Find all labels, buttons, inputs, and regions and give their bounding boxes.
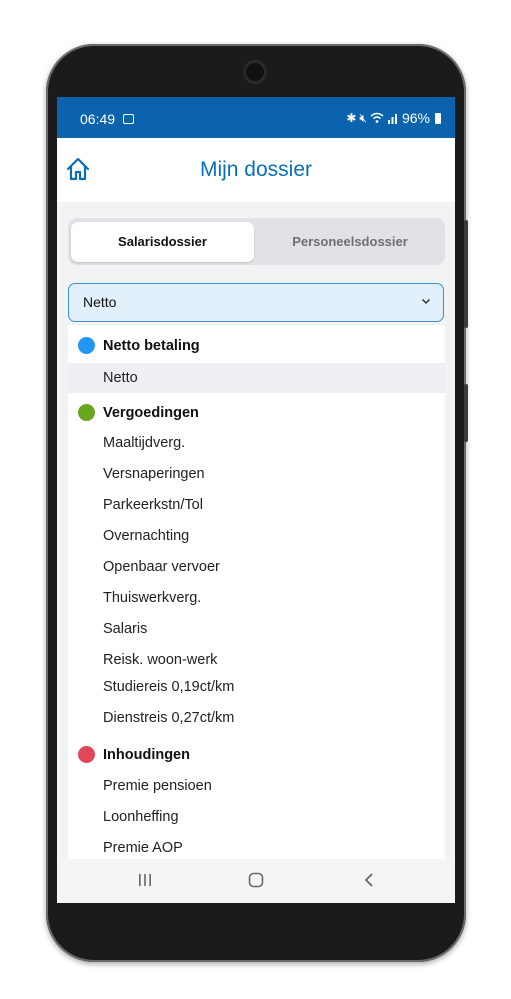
list-item-label: Reisk. woon-werk <box>103 652 218 668</box>
list-item[interactable]: Versnaperingen <box>68 466 445 488</box>
category-select[interactable]: Netto <box>68 283 444 322</box>
page-title: Mijn dossier <box>199 158 313 181</box>
group-header-inhoudingen: Inhoudingen <box>68 744 445 766</box>
battery-percent: 96% <box>401 110 430 126</box>
tab-switcher: Salarisdossier Personeelsdossier <box>68 218 445 265</box>
system-nav-bar <box>57 859 455 903</box>
list-item[interactable]: Thuiswerkverg. <box>68 590 445 612</box>
status-time: 06:49 <box>80 111 116 127</box>
list-item-label: Parkeerkstn/Tol <box>103 497 203 513</box>
chevron-down-icon <box>421 298 431 305</box>
list-item[interactable]: Studiereis 0,19ct/km <box>68 679 445 701</box>
status-icons: ✱ 🔇︎ 96% <box>346 110 441 126</box>
list-item[interactable]: Salaris <box>68 621 445 643</box>
list-item-label: Premie pensioen <box>103 778 212 794</box>
list-item[interactable]: Premie pensioen <box>68 778 445 800</box>
list-item[interactable]: Parkeerkstn/Tol <box>68 497 445 519</box>
wifi-icon <box>370 112 384 123</box>
signal-icon <box>387 114 397 124</box>
list-item-label: Premie AOP <box>103 840 183 856</box>
list-item-label: Versnaperingen <box>103 466 205 482</box>
group-header-vergoedingen: Vergoedingen <box>68 402 445 424</box>
list-item[interactable]: Netto <box>68 363 445 393</box>
list-item-label: Thuiswerkverg. <box>103 590 202 606</box>
tab-salarisdossier[interactable]: Salarisdossier <box>71 222 254 262</box>
back-icon[interactable] <box>361 872 377 888</box>
list-item-label: Maaltijdverg. <box>103 435 186 451</box>
power-button <box>464 384 468 442</box>
list-item-label: Overnachting <box>103 528 190 544</box>
list-item[interactable]: Dienstreis 0,27ct/km <box>68 710 445 732</box>
list-item-label: Openbaar vervoer <box>103 559 220 575</box>
tab-personeelsdossier[interactable]: Personeelsdossier <box>258 222 442 262</box>
status-bar: 06:49 ✱ 🔇︎ 96% <box>57 97 455 138</box>
list-item[interactable]: Loonheffing <box>68 809 445 831</box>
bluetooth-icon: ✱ <box>346 111 357 125</box>
image-icon <box>123 114 134 124</box>
group-label: Inhoudingen <box>103 747 190 763</box>
group-header-netto-betaling: Netto betaling <box>68 335 445 357</box>
app-bar: Mijn dossier <box>57 138 455 202</box>
list-item[interactable]: Reisk. woon-werk <box>68 652 445 674</box>
recent-apps-icon[interactable] <box>137 872 153 888</box>
list-item-label: Studiereis 0,19ct/km <box>103 679 235 695</box>
screen: 06:49 ✱ 🔇︎ 96% Mijn dossier Salarisdossi… <box>57 97 455 903</box>
list-item[interactable]: Overnachting <box>68 528 445 550</box>
list-item-label: Dienstreis 0,27ct/km <box>103 710 235 726</box>
group-label: Vergoedingen <box>103 405 199 421</box>
group-dot <box>78 404 95 421</box>
mute-icon: 🔇︎ <box>359 110 367 125</box>
battery-icon <box>435 112 441 124</box>
list-item-label: Loonheffing <box>103 809 179 825</box>
list-item-label: Netto <box>103 370 138 386</box>
front-camera <box>246 63 264 81</box>
list-item[interactable]: Openbaar vervoer <box>68 559 445 581</box>
select-value: Netto <box>83 294 117 310</box>
group-label: Netto betaling <box>103 338 200 354</box>
list-item-label: Salaris <box>103 621 148 637</box>
group-dot <box>78 746 95 763</box>
list-item[interactable]: Maaltijdverg. <box>68 435 445 457</box>
dropdown-list: Netto betaling Netto Vergoedingen Maalti… <box>68 325 445 865</box>
group-dot <box>78 337 95 354</box>
volume-button <box>464 220 468 328</box>
home-button-icon[interactable] <box>248 872 264 888</box>
